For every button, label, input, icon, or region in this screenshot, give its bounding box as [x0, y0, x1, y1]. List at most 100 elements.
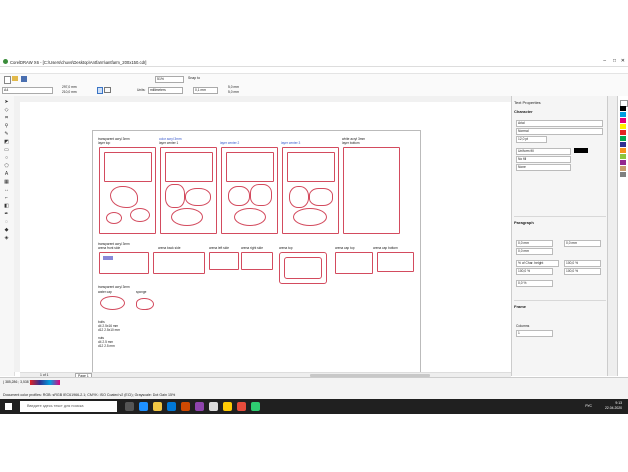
layer-top-panel[interactable] [99, 147, 156, 234]
background-fill-select[interactable]: No fill [516, 156, 571, 163]
coreldraw-icon[interactable] [251, 402, 260, 411]
new-icon[interactable] [4, 76, 11, 84]
text-tool-icon[interactable]: A [3, 172, 10, 177]
color-swatch[interactable] [620, 154, 626, 159]
page-size-select[interactable]: A4 [2, 87, 53, 94]
landscape-icon[interactable] [104, 87, 111, 93]
freehand-tool-icon[interactable]: ✎ [3, 132, 10, 137]
units-select[interactable]: millimeters [148, 87, 183, 94]
document-color-profile[interactable]: Document color profiles: RGB: sRGB IEC61… [3, 393, 175, 397]
zoom-tool-icon[interactable]: ⚲ [3, 124, 10, 129]
color-swatch[interactable] [620, 106, 626, 111]
save-icon[interactable] [21, 76, 27, 82]
color-swatch[interactable] [620, 148, 626, 153]
close-button[interactable]: ✕ [621, 58, 625, 64]
layer-bottom-panel[interactable] [343, 147, 400, 234]
polygon-tool-icon[interactable]: ⬠ [3, 164, 10, 169]
color-swatch[interactable] [620, 130, 626, 135]
store-icon[interactable] [167, 402, 176, 411]
sponge-shape[interactable] [136, 298, 154, 310]
open-icon[interactable] [12, 76, 18, 81]
water-cap-shape[interactable] [100, 296, 125, 310]
duplicate-y-field[interactable]: 5,0 mm [228, 90, 239, 94]
edge-icon[interactable] [139, 402, 148, 411]
color-swatch[interactable] [620, 112, 626, 117]
visual-studio-icon[interactable] [195, 402, 204, 411]
chrome-icon[interactable] [209, 402, 218, 411]
page-width-field[interactable]: 297,0 mm [62, 85, 77, 89]
arena-top-panel[interactable] [279, 252, 327, 284]
text-fill-select[interactable]: Uniform fill [516, 148, 571, 155]
character-spacing-field[interactable]: 100,0 % [516, 268, 553, 275]
fill-tool-icon[interactable]: ◆ [3, 228, 10, 233]
arena-cap-top-panel[interactable] [335, 252, 373, 274]
ellipse-tool-icon[interactable]: ○ [3, 156, 10, 161]
color-swatch[interactable] [620, 160, 626, 165]
arena-front-panel[interactable] [99, 252, 149, 274]
color-swatch[interactable] [620, 118, 626, 123]
office-icon[interactable] [181, 402, 190, 411]
paragraph-section-title[interactable]: Paragraph [514, 220, 534, 225]
dimension-tool-icon[interactable]: ↔ [3, 188, 10, 193]
right-indent-field[interactable]: 0,0 mm [564, 240, 601, 247]
explorer-icon[interactable] [153, 402, 162, 411]
document-page[interactable]: transparent acryl 3mm layer top color ac… [92, 130, 421, 376]
portrait-icon[interactable] [97, 87, 103, 94]
font-select[interactable]: Arial [516, 120, 603, 127]
arena-back-panel[interactable] [153, 252, 205, 274]
clock[interactable]: 9:13 22.04.2020 [605, 401, 622, 411]
arena-right-panel[interactable] [241, 252, 273, 270]
arena-cap-bottom-panel[interactable] [377, 252, 414, 272]
nudge-field[interactable]: 0,1 mm [193, 87, 218, 94]
eyedropper-tool-icon[interactable]: ✒ [3, 212, 10, 217]
arena-top-inner [284, 257, 322, 279]
columns-field[interactable]: 1 [516, 330, 553, 337]
app-icon[interactable] [223, 402, 232, 411]
left-indent-field[interactable]: 0,0 mm [516, 240, 553, 247]
layer-center-2-panel[interactable] [221, 147, 278, 234]
font-style-select[interactable]: Normal [516, 128, 603, 135]
line-spacing-field[interactable]: 100,0 % [564, 260, 601, 267]
taskbar-search[interactable]: Введите здесь текст для поиска [20, 401, 117, 412]
zoom-level-select[interactable]: 51% [155, 76, 184, 83]
font-size-field[interactable]: 12,0 pt [516, 136, 547, 143]
interactive-fill-icon[interactable]: ◈ [3, 236, 10, 241]
smart-fill-icon[interactable]: ◩ [3, 140, 10, 145]
line-spacing-unit-select[interactable]: % of Char. height [516, 260, 559, 267]
pick-tool-icon[interactable]: ➤ [3, 100, 10, 105]
interactive-effects-icon[interactable]: ◧ [3, 204, 10, 209]
duplicate-x-field[interactable]: 5,0 mm [228, 85, 239, 89]
color-swatch[interactable] [620, 166, 626, 171]
arena-right-label: arena right side [241, 246, 263, 250]
table-tool-icon[interactable]: ▦ [3, 180, 10, 185]
nest-shape [110, 186, 138, 208]
language-indicator[interactable]: РУС [585, 404, 592, 408]
shape-tool-icon[interactable]: ◇ [3, 108, 10, 113]
connector-tool-icon[interactable]: ⌐ [3, 196, 10, 201]
frame-section-title[interactable]: Frame [514, 304, 526, 309]
text-outline-select[interactable]: None [516, 164, 571, 171]
layer-center-3-panel[interactable] [282, 147, 339, 234]
snap-to-dropdown[interactable]: Snap to [188, 76, 200, 80]
color-swatch[interactable] [620, 124, 626, 129]
page-height-field[interactable]: 210,0 mm [62, 90, 77, 94]
color-swatch[interactable] [620, 142, 626, 147]
language-spacing-field[interactable]: 0,0 % [516, 280, 553, 287]
minimize-button[interactable]: – [603, 58, 606, 64]
color-swatch[interactable] [620, 172, 626, 177]
word-spacing-field[interactable]: 100,0 % [564, 268, 601, 275]
task-view-icon[interactable] [125, 402, 134, 411]
rectangle-tool-icon[interactable]: ▭ [3, 148, 10, 153]
maximize-button[interactable]: □ [613, 58, 616, 64]
character-section-title[interactable]: Character [514, 109, 533, 114]
docker-title: Text Properties [514, 100, 541, 105]
start-icon[interactable] [5, 403, 12, 410]
outline-tool-icon[interactable]: ◌ [3, 220, 10, 225]
crop-tool-icon[interactable]: ⌗ [3, 116, 10, 121]
color-swatch[interactable] [620, 136, 626, 141]
layer-center-1-panel[interactable] [160, 147, 217, 234]
first-line-indent-field[interactable]: 0,0 mm [516, 248, 553, 255]
arena-left-panel[interactable] [209, 252, 239, 270]
app-icon[interactable] [237, 402, 246, 411]
fill-color-swatch[interactable] [574, 148, 588, 153]
